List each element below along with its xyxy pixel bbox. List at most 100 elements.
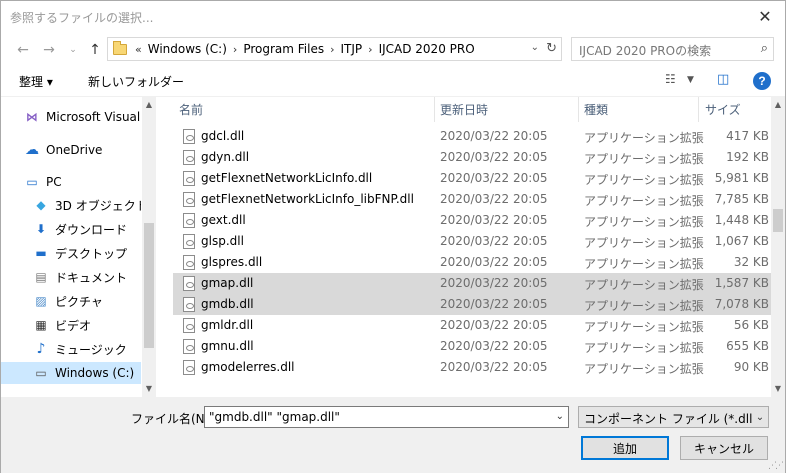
nav-item-visual-studio[interactable]: ⋈ Microsoft Visual S	[1, 106, 141, 128]
chevron-down-icon[interactable]: ⌄	[752, 407, 768, 427]
nav-label: ピクチャ	[55, 294, 103, 309]
file-type-select[interactable]: コンポーネント ファイル (*.dll;*.tlb;*. ⌄	[578, 406, 769, 428]
recent-locations-button[interactable]: ⌄	[63, 40, 83, 60]
scroll-down-icon[interactable]: ▼	[771, 381, 785, 395]
dll-file-icon	[183, 297, 195, 312]
column-header-date[interactable]: 更新日時	[440, 97, 488, 122]
new-folder-button[interactable]: 新しいフォルダー	[88, 73, 184, 90]
nav-item-pictures[interactable]: ▨ ピクチャ	[1, 290, 141, 312]
breadcrumb-drive[interactable]: Windows (C:)	[148, 42, 227, 56]
address-dropdown-icon[interactable]: ⌄	[531, 42, 539, 53]
desktop-icon: ▬	[35, 246, 47, 260]
file-type: アプリケーション拡張	[584, 236, 704, 250]
table-row[interactable]: gdcl.dll 2020/03/22 20:05 アプリケーション拡張 417 KB	[173, 126, 771, 147]
column-divider[interactable]	[578, 97, 579, 122]
nav-scroll-thumb[interactable]	[144, 223, 154, 348]
table-row[interactable]: gmodelerres.dll 2020/03/22 20:05 アプリケーション拡…	[173, 357, 771, 378]
cancel-button[interactable]: キャンセル	[680, 436, 768, 460]
forward-button[interactable]: →	[39, 40, 59, 60]
scroll-down-icon[interactable]: ▼	[142, 381, 156, 395]
filename-input[interactable]: "gmdb.dll" "gmap.dll" ⌄	[204, 406, 569, 428]
picture-icon: ▨	[35, 294, 47, 308]
file-name[interactable]: gmodelerres.dll	[201, 360, 295, 374]
file-name[interactable]: gmldr.dll	[201, 318, 253, 332]
table-row[interactable]: gmldr.dll 2020/03/22 20:05 アプリケーション拡張 56 KB	[173, 315, 771, 336]
nav-item-videos[interactable]: ▦ ビデオ	[1, 314, 141, 336]
file-name[interactable]: gmap.dll	[201, 276, 253, 290]
organize-button[interactable]: 整理 ▾	[19, 73, 53, 90]
file-list-scrollbar[interactable]: ▲ ▼	[771, 97, 785, 397]
table-row[interactable]: getFlexnetNetworkLicInfo.dll 2020/03/22 2…	[173, 168, 771, 189]
nav-label: 3D オブジェクト	[55, 198, 141, 213]
file-date: 2020/03/22 20:05	[440, 192, 548, 206]
cube-icon: ◆	[36, 198, 46, 212]
column-header-name[interactable]: 名前	[179, 97, 203, 122]
nav-item-documents[interactable]: ▤ ドキュメント	[1, 266, 141, 288]
view-options-icon[interactable]: ☷	[665, 72, 676, 86]
file-name[interactable]: getFlexnetNetworkLicInfo_libFNP.dll	[201, 192, 414, 206]
resize-grip-icon[interactable]: ⋰⋰	[768, 461, 784, 471]
file-list-scroll-thumb[interactable]	[773, 209, 783, 232]
nav-item-3d-objects[interactable]: ◆ 3D オブジェクト	[1, 194, 141, 216]
breadcrumb-overflow[interactable]: «	[135, 43, 142, 56]
close-button[interactable]: ✕	[745, 1, 785, 32]
back-button[interactable]: ←	[13, 40, 33, 60]
scroll-up-icon[interactable]: ▲	[771, 97, 785, 111]
help-icon[interactable]: ?	[753, 72, 771, 90]
chevron-right-icon[interactable]: ›	[368, 43, 372, 56]
preview-pane-icon[interactable]: ◫	[717, 72, 729, 87]
scroll-up-icon[interactable]: ▲	[142, 97, 156, 111]
table-row[interactable]: gmnu.dll 2020/03/22 20:05 アプリケーション拡張 655 KB	[173, 336, 771, 357]
title-bar: 参照するファイルの選択... ✕	[1, 1, 785, 32]
nav-item-pc[interactable]: ▭ PC	[1, 171, 141, 193]
file-date: 2020/03/22 20:05	[440, 129, 548, 143]
column-header-size[interactable]: サイズ	[705, 97, 741, 122]
refresh-icon[interactable]: ↻	[546, 41, 557, 56]
search-placeholder: IJCAD 2020 PROの検索	[579, 44, 712, 58]
add-button[interactable]: 追加	[581, 436, 669, 460]
video-icon: ▦	[35, 318, 47, 332]
up-button[interactable]: ↑	[85, 40, 105, 60]
visual-studio-icon: ⋈	[26, 110, 38, 124]
file-type: アプリケーション拡張	[584, 341, 704, 355]
nav-item-downloads[interactable]: ⬇ ダウンロード	[1, 218, 141, 240]
filename-value[interactable]: "gmdb.dll" "gmap.dll"	[209, 410, 340, 424]
breadcrumb-program-files[interactable]: Program Files	[243, 42, 324, 56]
nav-item-desktop[interactable]: ▬ デスクトップ	[1, 242, 141, 264]
table-row[interactable]: gmdb.dll 2020/03/22 20:05 アプリケーション拡張 7,078 …	[173, 294, 771, 315]
nav-item-windows-drive[interactable]: ▭ Windows (C:)	[1, 362, 141, 384]
breadcrumb-itjp[interactable]: ITJP	[341, 42, 363, 56]
table-row[interactable]: getFlexnetNetworkLicInfo_libFNP.dll 2020/…	[173, 189, 771, 210]
search-box[interactable]: IJCAD 2020 PROの検索 ⌕	[571, 37, 774, 61]
chevron-down-icon[interactable]: ⌄	[556, 411, 564, 422]
file-name[interactable]: gmnu.dll	[201, 339, 254, 353]
file-size: 7,785 KB	[714, 192, 769, 206]
view-dropdown-icon[interactable]: ▼	[687, 75, 694, 85]
address-bar[interactable]: « Windows (C:) › Program Files › ITJP › …	[107, 37, 562, 61]
file-name[interactable]: gmdb.dll	[201, 297, 254, 311]
column-divider[interactable]	[434, 97, 435, 122]
nav-scrollbar[interactable]: ▲ ▼	[142, 97, 156, 397]
search-icon[interactable]: ⌕	[761, 41, 768, 56]
chevron-right-icon[interactable]: ›	[233, 43, 237, 56]
table-row[interactable]: gdyn.dll 2020/03/22 20:05 アプリケーション拡張 192 KB	[173, 147, 771, 168]
table-row[interactable]: gext.dll 2020/03/22 20:05 アプリケーション拡張 1,448 …	[173, 210, 771, 231]
nav-item-music[interactable]: ♪ ミュージック	[1, 338, 141, 360]
file-name[interactable]: gdcl.dll	[201, 129, 244, 143]
column-header-type[interactable]: 種類	[584, 97, 608, 122]
table-row[interactable]: gmap.dll 2020/03/22 20:05 アプリケーション拡張 1,587 …	[173, 273, 771, 294]
breadcrumb-ijcad[interactable]: IJCAD 2020 PRO	[379, 42, 475, 56]
nav-label: PC	[46, 175, 62, 189]
file-name[interactable]: gdyn.dll	[201, 150, 249, 164]
file-name[interactable]: gext.dll	[201, 213, 246, 227]
table-row[interactable]: glspres.dll 2020/03/22 20:05 アプリケーション拡張 32 …	[173, 252, 771, 273]
file-name[interactable]: glsp.dll	[201, 234, 244, 248]
file-size: 417 KB	[726, 129, 769, 143]
dll-file-icon	[183, 234, 195, 249]
nav-item-onedrive[interactable]: ☁ OneDrive	[1, 139, 141, 161]
chevron-right-icon[interactable]: ›	[330, 43, 334, 56]
file-name[interactable]: glspres.dll	[201, 255, 262, 269]
table-row[interactable]: glsp.dll 2020/03/22 20:05 アプリケーション拡張 1,067 …	[173, 231, 771, 252]
column-divider[interactable]	[698, 97, 699, 122]
file-name[interactable]: getFlexnetNetworkLicInfo.dll	[201, 171, 372, 185]
